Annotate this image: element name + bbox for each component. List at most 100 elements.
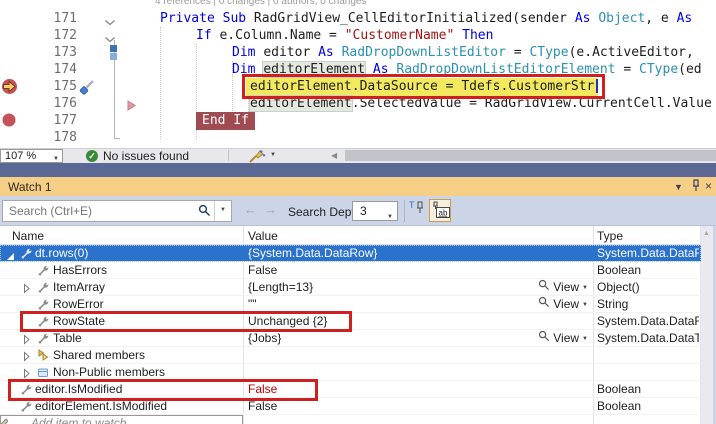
code-token: Then xyxy=(462,28,494,43)
watch-name: editorElement.IsModified xyxy=(35,399,168,413)
watch-name: RowState xyxy=(53,314,106,328)
watch-value[interactable]: {System.Data.DataRow} xyxy=(248,245,518,262)
chevron-down-icon[interactable]: ▼ xyxy=(582,279,588,297)
pin-icon[interactable] xyxy=(690,179,702,195)
watch-name: Table xyxy=(53,331,82,345)
code-token: , e xyxy=(645,11,677,26)
code-token: Dim xyxy=(232,62,264,77)
search-icon xyxy=(198,204,211,222)
watch-row[interactable]: editorElement.IsModified False Boolean xyxy=(0,398,701,415)
pin-to-source-button[interactable]: T xyxy=(408,199,430,222)
svg-text:T: T xyxy=(409,200,415,210)
line-number: 176 xyxy=(53,96,77,111)
pencil-icon xyxy=(0,416,9,424)
watch-type: System.Data.DataR... xyxy=(597,246,699,260)
code-token: editor xyxy=(263,45,319,60)
watch-row[interactable]: Non-Public members xyxy=(0,364,701,381)
indent-guide xyxy=(160,27,161,139)
code-token: CType xyxy=(639,62,679,77)
line-number: 178 xyxy=(53,130,77,145)
code-token: Object xyxy=(598,11,646,26)
show-pinnable-properties-toggle[interactable]: ab xyxy=(429,199,451,222)
view-link-label: View xyxy=(553,331,580,345)
code-token: = xyxy=(615,62,640,77)
watch-value[interactable]: Unchanged {2} xyxy=(248,313,518,330)
code-line[interactable]: Dim editor As RadDropDownListEditor = CT… xyxy=(232,44,694,61)
breakpoint-icon[interactable] xyxy=(2,113,16,132)
code-cleanup-icon[interactable] xyxy=(248,148,266,169)
watch-row[interactable]: editor.IsModified False Boolean xyxy=(0,381,701,398)
search-depth-select[interactable]: 3 ▼ xyxy=(352,201,398,221)
magnifier-icon xyxy=(538,296,550,313)
no-issues-icon: ✓ xyxy=(86,150,98,162)
statusbar-separator xyxy=(228,150,229,161)
watch-row[interactable]: RowState Unchanged {2} System.Data.DataR..… xyxy=(0,313,701,330)
line-number: 175 xyxy=(53,79,77,94)
outline-guide-tick xyxy=(114,138,120,139)
view-link[interactable]: View ▼ xyxy=(520,330,588,347)
execution-pointer-icon[interactable] xyxy=(1,78,18,100)
column-header-type[interactable]: Type xyxy=(597,229,623,243)
svg-text:ab: ab xyxy=(439,209,448,218)
hscroll-left-arrow[interactable]: ◀ xyxy=(331,151,337,160)
line-number: 171 xyxy=(53,11,77,26)
code-editor[interactable]: 4 references | 0 changes | 0 authors, 0 … xyxy=(0,0,716,148)
watch-type: System.Data.DataR... xyxy=(597,314,699,328)
code-line[interactable]: Private Sub RadGridView_CellEditorInitia… xyxy=(160,10,692,27)
column-header-name[interactable]: Name xyxy=(12,229,44,243)
code-token: If xyxy=(196,28,220,43)
watch-type: Boolean xyxy=(597,382,642,396)
chevron-down-icon[interactable]: ▼ xyxy=(582,330,588,348)
code-token: (e.ActiveEditor, xyxy=(568,45,694,60)
code-line[interactable]: End If xyxy=(196,112,255,130)
watch-titlebar[interactable]: Watch 1 ▼ × xyxy=(0,177,716,196)
watch-value[interactable]: False xyxy=(248,381,518,398)
toolbar-separator xyxy=(404,200,405,222)
code-line[interactable]: editorElement.SelectedValue = RadGridVie… xyxy=(250,95,712,112)
view-link-label: View xyxy=(553,280,580,294)
code-token: = xyxy=(505,45,530,60)
watch-value[interactable]: False xyxy=(248,398,518,415)
watch-row[interactable]: Table{Jobs}View▼System.Data.DataT... xyxy=(0,330,701,347)
watch-value[interactable]: "" xyxy=(248,296,518,313)
hscroll-thumb[interactable] xyxy=(345,150,716,161)
watch-value[interactable]: False xyxy=(248,262,518,279)
line-number: 172 xyxy=(53,28,77,43)
code-line[interactable]: editorElement.DataSource = Tdefs.Custome… xyxy=(250,78,594,95)
add-watch-item-row[interactable]: Add item to watch xyxy=(0,415,243,424)
collapse-chevron-icon[interactable] xyxy=(104,14,116,32)
code-cleanup-dropdown[interactable]: ▼ xyxy=(270,152,276,158)
code-token: As xyxy=(676,11,693,26)
view-link-label: View xyxy=(553,297,580,311)
watch-row[interactable]: dt.rows(0) {System.Data.DataRow} System.Da… xyxy=(0,245,701,262)
code-line[interactable]: If e.Column.Name = "CustomerName" Then xyxy=(196,27,493,44)
code-line[interactable]: Dim editorElement As RadDropDownListEdit… xyxy=(232,61,702,78)
watch-row[interactable]: HasErrors False Boolean xyxy=(0,262,701,279)
window-position-icon[interactable]: ▼ xyxy=(674,182,683,192)
watch-row[interactable]: RowError "" View ▼ String xyxy=(0,296,701,313)
watch-value[interactable]: {Jobs} xyxy=(248,330,518,347)
watch-type: Boolean xyxy=(597,399,642,413)
codelens-info[interactable]: 4 references | 0 changes | 0 authors, 0 … xyxy=(155,0,366,7)
watch-scrollbar[interactable]: ▲ xyxy=(701,226,713,424)
watch-row[interactable]: ItemArray {Length=13} View ▼ Object() xyxy=(0,279,701,296)
search-forward-arrow[interactable]: → xyxy=(264,202,277,217)
editor-zoom-select[interactable]: 107 % ▼ xyxy=(0,149,63,163)
watch-row[interactable]: Shared members xyxy=(0,347,701,364)
drag-indicator-icon xyxy=(127,98,136,116)
watch-value[interactable]: {Length=13} xyxy=(248,279,518,296)
column-header-value[interactable]: Value xyxy=(248,229,278,243)
code-token: RadGridView_CellEditorInitialized(sender xyxy=(253,11,575,26)
chevron-down-icon[interactable]: ▼ xyxy=(582,296,588,314)
code-token: End If xyxy=(196,112,255,130)
view-link[interactable]: View ▼ xyxy=(520,296,588,313)
search-dropdown-icon[interactable]: ▼ xyxy=(220,207,226,213)
code-token: (ed xyxy=(678,62,702,77)
search-back-arrow[interactable]: ← xyxy=(244,202,257,217)
close-icon[interactable]: × xyxy=(705,179,712,193)
code-analysis-status[interactable]: No issues found xyxy=(103,150,189,163)
scroll-up-arrow[interactable]: ▲ xyxy=(703,230,710,237)
watch-type: System.Data.DataT... xyxy=(597,331,699,345)
line-number: 174 xyxy=(53,62,77,77)
view-link[interactable]: View ▼ xyxy=(520,279,588,296)
